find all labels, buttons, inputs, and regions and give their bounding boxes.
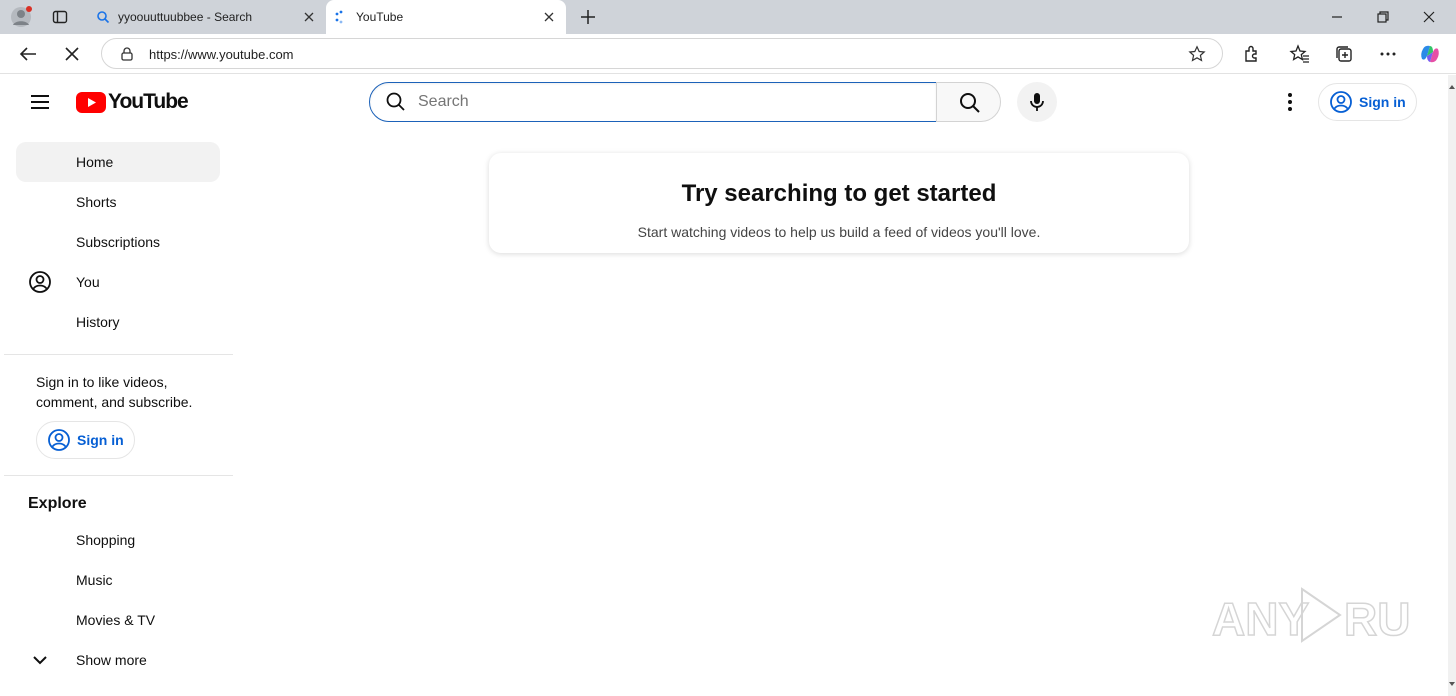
close-tab-icon[interactable] [302, 10, 316, 24]
sidebar-item-label: Shopping [76, 532, 136, 548]
more-menu-icon[interactable] [1377, 43, 1399, 65]
scroll-up-arrow-icon[interactable] [1448, 83, 1456, 91]
search-icon [97, 11, 110, 24]
youtube-play-icon [76, 91, 106, 113]
sidebar-item-you[interactable]: You [16, 262, 220, 302]
sidebar-item-music[interactable]: Music [16, 560, 220, 600]
lock-icon[interactable] [119, 46, 135, 62]
loading-icon [335, 10, 343, 24]
tab-title: yyoouuttuubbee - Search [118, 10, 253, 24]
sidebar-item-label: Shorts [76, 194, 117, 210]
sidebar-item-movies-tv[interactable]: Movies & TV [16, 600, 220, 640]
explore-heading: Explore [28, 495, 87, 512]
search-button[interactable] [936, 82, 1001, 122]
account-circle-icon [48, 429, 70, 451]
tab-actions-icon[interactable] [52, 9, 68, 25]
tab-title: YouTube [356, 10, 404, 24]
sidebar-item-label: Subscriptions [76, 234, 161, 250]
account-circle-icon [1330, 91, 1352, 113]
close-window-icon[interactable] [1420, 8, 1438, 26]
sidebar-item-label: Home [76, 154, 114, 170]
hamburger-menu-icon[interactable] [28, 90, 52, 114]
sidebar-item-label: You [76, 274, 100, 290]
sidebar-sign-in-button[interactable]: Sign in [36, 421, 135, 459]
page-scrollbar[interactable] [1448, 75, 1456, 696]
sidebar-item-shorts[interactable]: Shorts [16, 182, 220, 222]
sign-in-prompt-line: Sign in to like videos, [36, 374, 168, 390]
empty-state-title: Try searching to get started [681, 180, 997, 207]
sidebar-item-shopping[interactable]: Shopping [16, 520, 220, 560]
tab-search[interactable]: yyoouuttuubbee - Search [88, 0, 326, 34]
sign-in-prompt-line: comment, and subscribe. [36, 394, 193, 410]
youtube-logo[interactable]: YouTube [76, 90, 189, 113]
sidebar-item-show-more[interactable]: Show more [16, 640, 220, 680]
chevron-down-icon [33, 656, 47, 665]
sidebar-item-label: Music [76, 572, 113, 588]
voice-search-button[interactable] [1017, 82, 1057, 122]
sidebar-item-home[interactable]: Home [16, 142, 220, 182]
sidebar-item-history[interactable]: History [16, 302, 220, 342]
microphone-icon [1030, 93, 1044, 111]
svg-text:RUN: RUN [1344, 593, 1412, 645]
sidebar-item-subscriptions[interactable]: Subscriptions [16, 222, 220, 262]
browser-toolbar: https://www.youtube.com [0, 34, 1456, 74]
minimize-icon[interactable] [1328, 8, 1346, 26]
favorites-icon[interactable] [1289, 43, 1311, 65]
extensions-icon[interactable] [1240, 43, 1262, 65]
stop-loading-icon[interactable] [61, 43, 83, 65]
back-arrow-icon[interactable] [17, 43, 39, 65]
youtube-logo-text: YouTube [108, 90, 189, 113]
close-tab-icon[interactable] [542, 10, 556, 24]
empty-state-card: Try searching to get started Start watch… [489, 153, 1189, 253]
restore-icon[interactable] [1374, 8, 1392, 26]
sidebar-item-label: Show more [76, 652, 147, 668]
tab-youtube[interactable]: YouTube [326, 0, 566, 34]
search-box[interactable] [369, 82, 937, 122]
empty-state-subtitle: Start watching videos to help us build a… [637, 224, 1041, 240]
collections-icon[interactable] [1333, 43, 1355, 65]
account-circle-icon [29, 271, 51, 293]
sign-in-label: Sign in [1359, 94, 1406, 110]
sidebar-divider [4, 475, 233, 476]
sign-in-label: Sign in [77, 432, 124, 448]
search-input[interactable] [418, 91, 918, 113]
settings-more-icon[interactable] [1278, 90, 1302, 114]
search-icon [386, 92, 405, 111]
copilot-icon[interactable] [1419, 43, 1441, 65]
favorite-star-icon[interactable] [1188, 45, 1206, 63]
browser-tab-bar: yyoouuttuubbee - Search YouTube [0, 0, 1456, 34]
sidebar-divider [4, 354, 233, 355]
url-text: https://www.youtube.com [149, 47, 294, 62]
sign-in-button[interactable]: Sign in [1318, 83, 1417, 121]
profile-avatar-icon[interactable] [10, 6, 32, 28]
sidebar-item-label: History [76, 314, 120, 330]
anyrun-watermark: ANY RUN [1212, 583, 1412, 647]
sign-in-prompt: Sign in to like videos, comment, and sub… [36, 372, 192, 412]
address-bar[interactable]: https://www.youtube.com [101, 38, 1223, 69]
svg-text:ANY: ANY [1212, 593, 1309, 645]
search-icon [960, 93, 980, 113]
youtube-page: YouTube Sign in Home Shorts Subscription… [0, 75, 1448, 696]
scroll-down-arrow-icon[interactable] [1448, 680, 1456, 688]
sidebar-item-label: Movies & TV [76, 612, 156, 628]
new-tab-icon[interactable] [579, 8, 597, 26]
